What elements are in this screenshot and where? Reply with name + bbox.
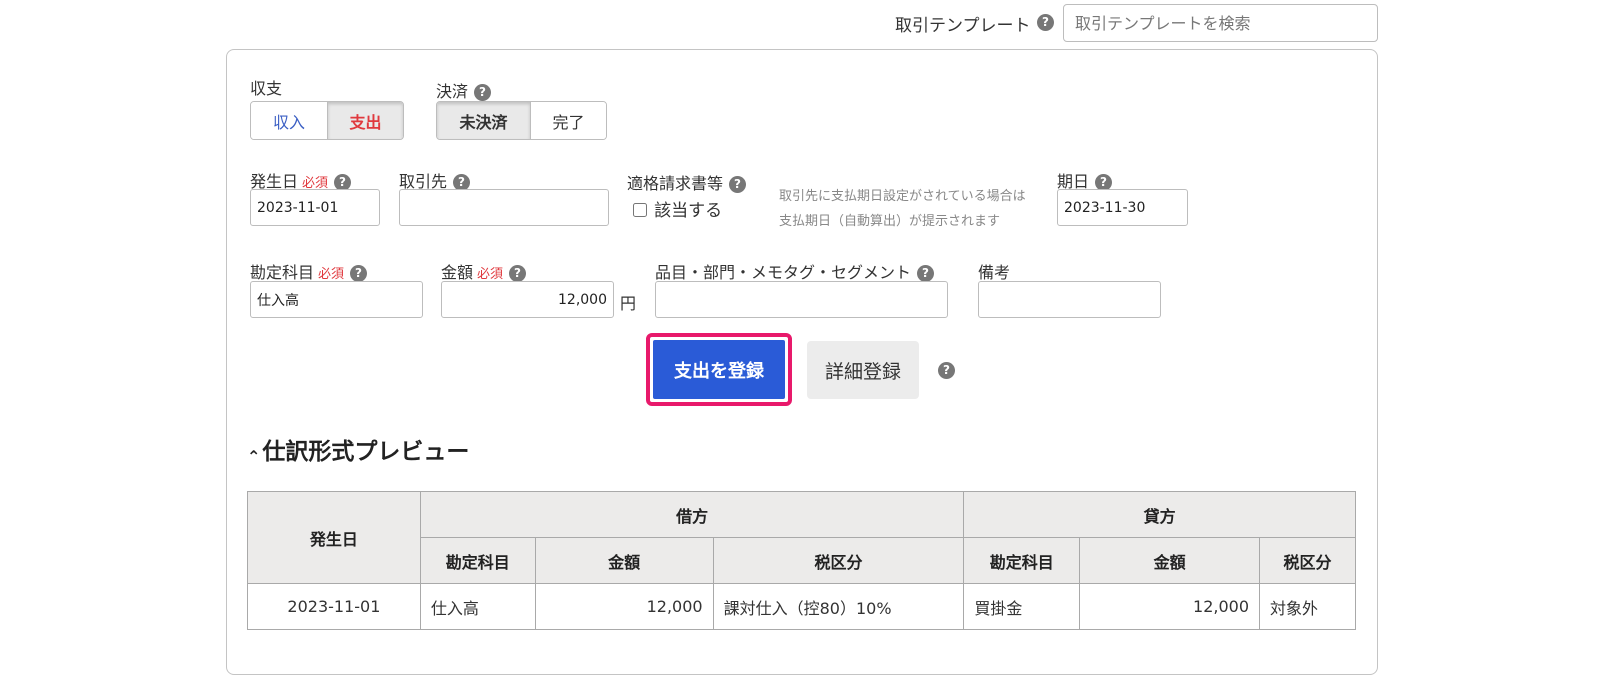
partner-input[interactable] bbox=[399, 189, 609, 226]
account-label-text: 勘定科目 bbox=[250, 263, 315, 282]
due-date-input[interactable] bbox=[1057, 189, 1188, 226]
preview-title-text: 仕訳形式プレビュー bbox=[262, 439, 470, 465]
table-row: 2023-11-01 仕入高 12,000 課対仕入（控80）10% 買掛金 1… bbox=[247, 583, 1356, 630]
cell-credit-amount: 12,000 bbox=[1079, 583, 1261, 630]
help-icon[interactable]: ? bbox=[917, 265, 935, 282]
required-badge: 必須 bbox=[318, 267, 345, 282]
remarks-input[interactable] bbox=[978, 281, 1161, 318]
register-expense-button[interactable]: 支出を登録 bbox=[653, 340, 785, 399]
header-credit-amount: 金額 bbox=[1079, 537, 1261, 584]
header-credit-account: 勘定科目 bbox=[963, 537, 1081, 584]
cell-date: 2023-11-01 bbox=[247, 583, 421, 630]
help-icon[interactable]: ? bbox=[350, 265, 368, 282]
table-header-row: 発生日 借方 貸方 bbox=[247, 491, 1356, 584]
expense-option[interactable]: 支出 bbox=[327, 102, 403, 139]
detail-register-button[interactable]: 詳細登録 bbox=[807, 341, 919, 399]
amount-label-text: 金額 bbox=[441, 263, 474, 282]
currency-unit: 円 bbox=[620, 294, 637, 313]
help-icon[interactable]: ? bbox=[509, 265, 527, 282]
account-label: 勘定科目 必須? bbox=[250, 259, 368, 283]
income-option[interactable]: 収入 bbox=[251, 102, 327, 139]
template-search-input[interactable] bbox=[1063, 4, 1378, 42]
invoice-label: 適格請求書等? bbox=[627, 170, 747, 194]
help-icon[interactable]: ? bbox=[729, 176, 747, 193]
invoice-checkbox-label: 該当する bbox=[654, 201, 723, 221]
cell-credit-account: 買掛金 bbox=[963, 583, 1081, 630]
amount-label: 金額 必須? bbox=[441, 259, 527, 283]
tags-label-text: 品目・部門・メモタグ・セグメント bbox=[655, 263, 912, 282]
header-credit: 貸方 bbox=[963, 491, 1356, 538]
header-credit-tax: 税区分 bbox=[1259, 537, 1356, 584]
due-date-note: 取引先に支払期日設定がされている場合は 支払期日（自動算出）が提示されます bbox=[779, 184, 1026, 234]
header-debit-tax: 税区分 bbox=[712, 537, 965, 584]
cell-debit-account: 仕入高 bbox=[419, 583, 536, 630]
due-note-line-2: 支払期日（自動算出）が提示されます bbox=[779, 214, 1001, 229]
cell-credit-tax: 対象外 bbox=[1259, 583, 1356, 630]
income-expense-label: 収支 bbox=[250, 79, 283, 98]
invoice-label-text: 適格請求書等 bbox=[627, 174, 724, 193]
completed-option[interactable]: 完了 bbox=[529, 102, 606, 139]
header-date: 発生日 bbox=[247, 491, 421, 584]
income-expense-toggle: 収入 支出 bbox=[250, 101, 404, 140]
account-input[interactable] bbox=[250, 281, 423, 318]
due-note-line-1: 取引先に支払期日設定がされている場合は bbox=[779, 189, 1026, 204]
help-icon[interactable]: ? bbox=[474, 84, 492, 101]
settlement-toggle: 未決済 完了 bbox=[436, 101, 607, 140]
header-debit-amount: 金額 bbox=[534, 537, 714, 584]
invoice-checkbox[interactable] bbox=[633, 203, 647, 217]
help-icon[interactable]: ? bbox=[1037, 14, 1054, 31]
date-input[interactable] bbox=[250, 189, 380, 226]
remarks-label: 備考 bbox=[978, 263, 1011, 282]
preview-title[interactable]: ⌃仕訳形式プレビュー bbox=[247, 432, 469, 466]
tags-input[interactable] bbox=[655, 281, 948, 318]
help-icon[interactable]: ? bbox=[938, 362, 955, 379]
settlement-label-text: 決済 bbox=[436, 82, 469, 101]
tags-label: 品目・部門・メモタグ・セグメント? bbox=[655, 259, 935, 283]
amount-input[interactable] bbox=[441, 281, 614, 318]
journal-preview-table: 発生日 借方 貸方 勘定科目 金額 税区分 勘定科目 金額 税区分 2023-1… bbox=[247, 491, 1356, 630]
settlement-label: 決済? bbox=[436, 78, 492, 102]
invoice-checkbox-row[interactable]: 該当する bbox=[633, 196, 722, 221]
unsettled-option[interactable]: 未決済 bbox=[437, 102, 530, 139]
cell-debit-tax: 課対仕入（控80）10% bbox=[712, 583, 965, 630]
register-button-highlight: 支出を登録 bbox=[646, 333, 792, 406]
header-debit-account: 勘定科目 bbox=[419, 537, 536, 584]
cell-debit-amount: 12,000 bbox=[534, 583, 714, 630]
chevron-up-icon[interactable]: ⌃ bbox=[247, 447, 260, 466]
template-label: 取引テンプレート bbox=[895, 16, 1031, 36]
header-debit: 借方 bbox=[419, 491, 965, 538]
required-badge: 必須 bbox=[477, 267, 504, 282]
